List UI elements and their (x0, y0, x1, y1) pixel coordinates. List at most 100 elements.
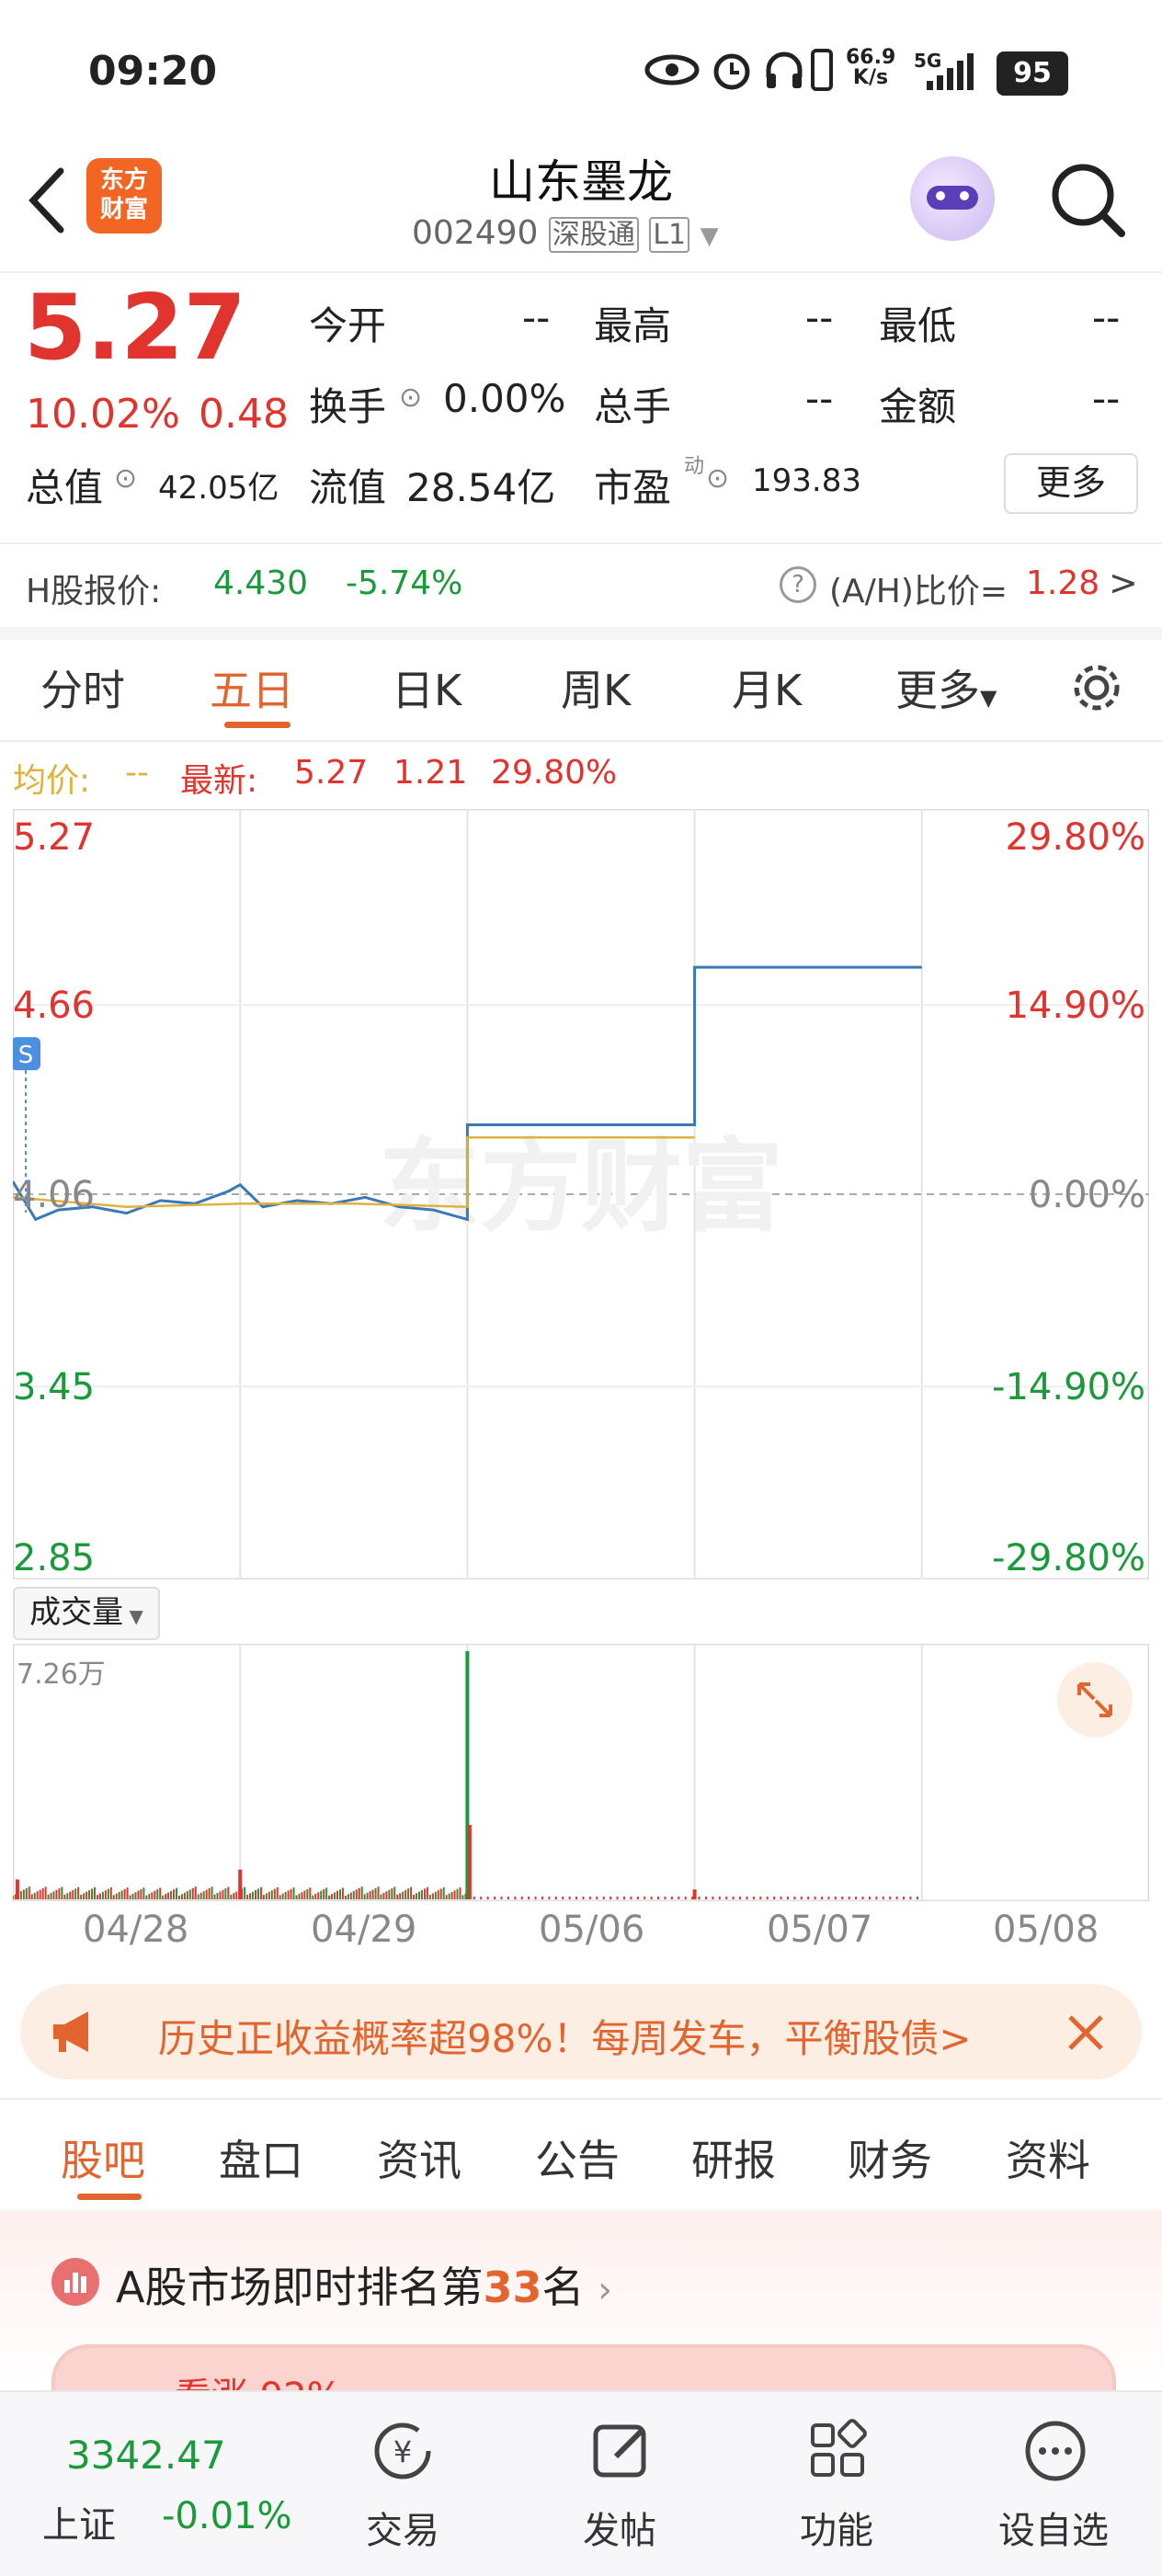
low-label: 最低 (879, 303, 957, 348)
latest-pct: 29.80% (491, 754, 618, 792)
volume-chart[interactable] (13, 1644, 1149, 1901)
net-speed-value: 66.9 (846, 46, 896, 69)
index-value: 3342.47 (66, 2433, 226, 2478)
y-tick-label-right: 0.00% (1029, 1174, 1145, 1216)
connect-badge: 深股通 (548, 217, 639, 253)
chevron-right-icon[interactable]: > (1109, 563, 1138, 603)
chart-legend: 均价: -- 最新: 5.27 1.21 29.80% (0, 743, 1162, 807)
current-price: 5.27 (24, 276, 246, 381)
megaphone-icon (53, 2012, 88, 2052)
tab-forum[interactable]: 股吧 (61, 2127, 145, 2188)
search-icon[interactable] (1048, 160, 1127, 239)
y-tick-label-left: 3.45 (13, 1366, 95, 1408)
rank-prefix: A股市场即时排名第 (116, 2263, 484, 2312)
info-dots-icon[interactable]: ⊙ (399, 382, 422, 414)
tab-weekly-k[interactable]: 周K (561, 657, 631, 718)
tab-more[interactable]: 更多▼ (895, 657, 997, 718)
dropdown-icon[interactable]: ▼ (701, 222, 719, 250)
ranking-section[interactable]: A股市场即时排名第33名 › 看涨 92% (0, 2210, 1162, 2425)
back-icon[interactable] (24, 164, 70, 237)
open-value: -- (522, 295, 551, 340)
stock-code-row: 002490 深股通 L1 ▼ (412, 211, 761, 257)
tab-profile[interactable]: 资料 (1006, 2127, 1090, 2188)
y-tick-label-left: 4.66 (13, 985, 95, 1027)
nav-watchlist[interactable]: 设自选 (971, 2392, 1136, 2576)
tab-financials[interactable]: 财务 (848, 2127, 932, 2188)
watermark: 东方财富 (379, 1128, 783, 1246)
logo-text-1: 东方 (99, 166, 148, 194)
latest-label: 最新: (180, 762, 258, 800)
gear-icon[interactable] (1068, 659, 1125, 716)
nav-post-label: 发帖 (583, 2510, 656, 2552)
nav-post[interactable]: 发帖 (537, 2392, 702, 2576)
index-change: -0.01% (162, 2495, 292, 2537)
eastmoney-logo: 东方 财富 (86, 158, 162, 234)
info-dots-icon[interactable]: ⊙ (114, 462, 137, 495)
float-cap-label: 流值 (309, 465, 387, 510)
nav-trade[interactable]: ¥ 交易 (320, 2392, 485, 2576)
active-tab-underline (77, 2194, 142, 2200)
volume-frame (13, 1644, 1149, 1901)
active-tab-underline (224, 722, 290, 728)
net-speed-unit: K/s (852, 66, 889, 89)
help-icon[interactable]: ? (780, 566, 816, 603)
logo-text-2: 财富 (99, 196, 148, 223)
alarm-icon (713, 53, 750, 90)
svg-text:¥: ¥ (393, 2434, 412, 2469)
level-badge: L1 (649, 217, 690, 253)
y-tick-label-right: -29.80% (992, 1537, 1145, 1579)
tab-daily-k[interactable]: 日K (392, 657, 461, 718)
ah-ratio-value: 1.28 (1026, 564, 1100, 602)
amount-label: 金额 (879, 384, 957, 429)
tab-research[interactable]: 研报 (691, 2127, 776, 2188)
total-hands-label: 总手 (594, 384, 672, 429)
robot-visor (927, 186, 978, 210)
h-share-row[interactable]: H股报价: 4.430 -5.74% ? (A/H)比价= 1.28 > (0, 542, 1162, 640)
caret-down-icon: ▼ (123, 1605, 143, 1627)
date-axis: 04/28 04/29 05/06 05/07 05/08 (0, 1903, 1162, 1958)
tab-monthly-k[interactable]: 月K (732, 657, 802, 718)
open-label: 今开 (309, 303, 387, 348)
stock-header: 东方 财富 山东墨龙 002490 深股通 L1 ▼ (0, 138, 1162, 273)
stock-code: 002490 (412, 214, 539, 252)
robot-eye-right (960, 191, 969, 200)
float-cap-value: 28.54亿 (406, 465, 556, 510)
date-label: 04/29 (311, 1909, 417, 1951)
date-label: 05/08 (993, 1909, 1099, 1951)
promo-banner[interactable]: 历史正收益概率超98%！每周发车，平衡股债> (20, 1984, 1142, 2080)
assistant-robot-icon[interactable] (910, 156, 995, 241)
volume-selector[interactable]: 成交量 ▼ (13, 1587, 160, 1640)
y-tick-label-left: 2.85 (13, 1537, 95, 1579)
close-icon[interactable] (1065, 2012, 1107, 2054)
net-speed: 66.9 K/s (846, 48, 895, 88)
yuan-coin-icon: ¥ (374, 2422, 431, 2479)
y-tick-label-right: 29.80% (1005, 816, 1145, 859)
tab-more-label: 更多 (895, 666, 980, 715)
bar-chart-icon (51, 2258, 99, 2306)
tab-intraday[interactable]: 分时 (40, 657, 125, 718)
tab-market-depth[interactable]: 盘口 (219, 2127, 303, 2188)
high-label: 最高 (594, 303, 672, 348)
info-dots-icon[interactable]: ⊙ (706, 462, 729, 495)
nav-functions-label: 功能 (800, 2510, 873, 2552)
rank-suffix: 名 (541, 2263, 585, 2312)
h-share-change: -5.74% (346, 564, 463, 602)
change-amount: 0.48 (199, 391, 289, 438)
amount-value: -- (1092, 376, 1121, 421)
expand-icon[interactable] (1057, 1662, 1133, 1738)
edit-icon (593, 2424, 646, 2478)
volume-label: 成交量 (29, 1594, 124, 1631)
five-day-price-chart[interactable]: 东方财富5.27 29.80%4.66 14.90%4.06 0.00%3.45 -14… (13, 809, 1149, 1579)
y-tick-label-right: 14.90% (1005, 985, 1145, 1027)
nav-functions[interactable]: 功能 (754, 2392, 919, 2576)
more-button[interactable]: 更多 (1004, 453, 1138, 514)
tab-five-day[interactable]: 五日 (210, 657, 294, 718)
caret-down-icon: ▼ (980, 685, 997, 711)
pe-superscript: 动 (684, 455, 705, 478)
tab-news[interactable]: 资讯 (377, 2127, 461, 2188)
tab-announcements[interactable]: 公告 (535, 2127, 620, 2188)
date-label: 05/07 (767, 1909, 873, 1951)
index-widget[interactable]: 3342.47 上证 -0.01% (18, 2392, 313, 2576)
market-cap-label: 总值 (26, 465, 104, 510)
low-value: -- (1092, 295, 1121, 340)
